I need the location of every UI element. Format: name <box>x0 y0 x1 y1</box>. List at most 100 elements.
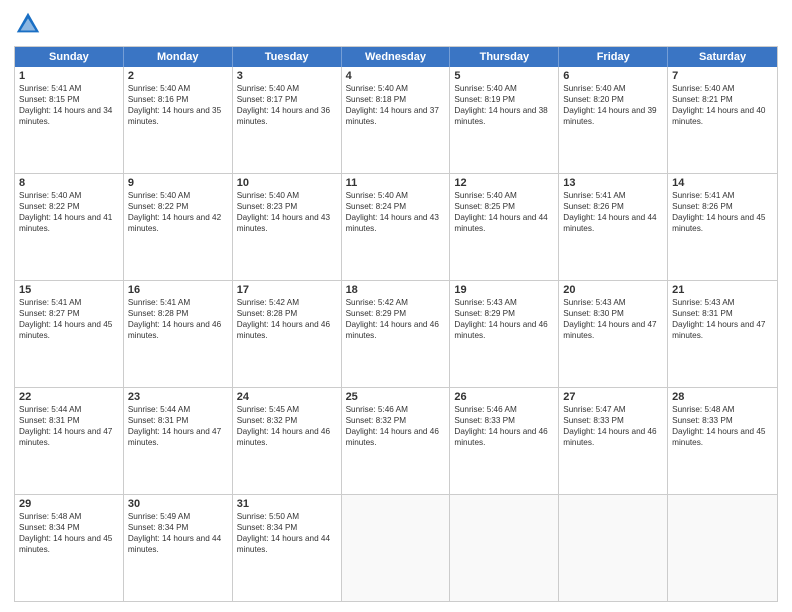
daylight-text: Daylight: 14 hours and 35 minutes. <box>128 105 228 127</box>
sunset-text: Sunset: 8:32 PM <box>237 415 337 426</box>
sunrise-text: Sunrise: 5:41 AM <box>19 83 119 94</box>
daylight-text: Daylight: 14 hours and 47 minutes. <box>563 319 663 341</box>
day-number: 7 <box>672 70 773 82</box>
header-cell-friday: Friday <box>559 47 668 67</box>
calendar: SundayMondayTuesdayWednesdayThursdayFrid… <box>14 46 778 602</box>
day-cell-26: 26Sunrise: 5:46 AMSunset: 8:33 PMDayligh… <box>450 388 559 494</box>
sunset-text: Sunset: 8:23 PM <box>237 201 337 212</box>
calendar-header: SundayMondayTuesdayWednesdayThursdayFrid… <box>15 47 777 67</box>
header-cell-tuesday: Tuesday <box>233 47 342 67</box>
day-number: 26 <box>454 391 554 403</box>
daylight-text: Daylight: 14 hours and 45 minutes. <box>19 533 119 555</box>
day-number: 3 <box>237 70 337 82</box>
daylight-text: Daylight: 14 hours and 47 minutes. <box>672 319 773 341</box>
sunset-text: Sunset: 8:33 PM <box>454 415 554 426</box>
day-number: 2 <box>128 70 228 82</box>
empty-cell <box>342 495 451 601</box>
sunrise-text: Sunrise: 5:47 AM <box>563 404 663 415</box>
day-cell-8: 8Sunrise: 5:40 AMSunset: 8:22 PMDaylight… <box>15 174 124 280</box>
sunrise-text: Sunrise: 5:40 AM <box>346 83 446 94</box>
daylight-text: Daylight: 14 hours and 47 minutes. <box>128 426 228 448</box>
sunrise-text: Sunrise: 5:44 AM <box>19 404 119 415</box>
sunrise-text: Sunrise: 5:48 AM <box>672 404 773 415</box>
sunset-text: Sunset: 8:34 PM <box>128 522 228 533</box>
day-number: 11 <box>346 177 446 189</box>
day-cell-21: 21Sunrise: 5:43 AMSunset: 8:31 PMDayligh… <box>668 281 777 387</box>
day-number: 6 <box>563 70 663 82</box>
day-cell-3: 3Sunrise: 5:40 AMSunset: 8:17 PMDaylight… <box>233 67 342 173</box>
sunrise-text: Sunrise: 5:48 AM <box>19 511 119 522</box>
day-cell-2: 2Sunrise: 5:40 AMSunset: 8:16 PMDaylight… <box>124 67 233 173</box>
daylight-text: Daylight: 14 hours and 44 minutes. <box>128 533 228 555</box>
day-number: 13 <box>563 177 663 189</box>
sunset-text: Sunset: 8:33 PM <box>563 415 663 426</box>
calendar-body: 1Sunrise: 5:41 AMSunset: 8:15 PMDaylight… <box>15 67 777 601</box>
day-cell-17: 17Sunrise: 5:42 AMSunset: 8:28 PMDayligh… <box>233 281 342 387</box>
sunrise-text: Sunrise: 5:41 AM <box>672 190 773 201</box>
calendar-row-2: 8Sunrise: 5:40 AMSunset: 8:22 PMDaylight… <box>15 173 777 280</box>
empty-cell <box>559 495 668 601</box>
daylight-text: Daylight: 14 hours and 36 minutes. <box>237 105 337 127</box>
sunrise-text: Sunrise: 5:40 AM <box>128 83 228 94</box>
sunrise-text: Sunrise: 5:41 AM <box>128 297 228 308</box>
day-number: 30 <box>128 498 228 510</box>
logo-icon <box>14 10 42 38</box>
sunset-text: Sunset: 8:15 PM <box>19 94 119 105</box>
sunset-text: Sunset: 8:28 PM <box>128 308 228 319</box>
day-number: 1 <box>19 70 119 82</box>
sunset-text: Sunset: 8:32 PM <box>346 415 446 426</box>
daylight-text: Daylight: 14 hours and 37 minutes. <box>346 105 446 127</box>
sunset-text: Sunset: 8:28 PM <box>237 308 337 319</box>
calendar-row-4: 22Sunrise: 5:44 AMSunset: 8:31 PMDayligh… <box>15 387 777 494</box>
daylight-text: Daylight: 14 hours and 41 minutes. <box>19 212 119 234</box>
sunrise-text: Sunrise: 5:40 AM <box>672 83 773 94</box>
day-number: 8 <box>19 177 119 189</box>
day-number: 15 <box>19 284 119 296</box>
day-cell-22: 22Sunrise: 5:44 AMSunset: 8:31 PMDayligh… <box>15 388 124 494</box>
day-cell-30: 30Sunrise: 5:49 AMSunset: 8:34 PMDayligh… <box>124 495 233 601</box>
sunset-text: Sunset: 8:22 PM <box>128 201 228 212</box>
day-number: 29 <box>19 498 119 510</box>
sunrise-text: Sunrise: 5:43 AM <box>563 297 663 308</box>
calendar-row-1: 1Sunrise: 5:41 AMSunset: 8:15 PM Daylight… <box>15 67 777 173</box>
day-cell-5: 5Sunrise: 5:40 AMSunset: 8:19 PMDaylight… <box>450 67 559 173</box>
day-cell-23: 23Sunrise: 5:44 AMSunset: 8:31 PMDayligh… <box>124 388 233 494</box>
sunset-text: Sunset: 8:30 PM <box>563 308 663 319</box>
daylight-text: Daylight: 14 hours and 44 minutes. <box>454 212 554 234</box>
day-cell-9: 9Sunrise: 5:40 AMSunset: 8:22 PMDaylight… <box>124 174 233 280</box>
daylight-text: Daylight: 14 hours and 43 minutes. <box>346 212 446 234</box>
sunrise-text: Sunrise: 5:40 AM <box>563 83 663 94</box>
day-cell-15: 15Sunrise: 5:41 AMSunset: 8:27 PMDayligh… <box>15 281 124 387</box>
sunset-text: Sunset: 8:16 PM <box>128 94 228 105</box>
sunrise-text: Sunrise: 5:40 AM <box>237 83 337 94</box>
sunset-text: Sunset: 8:22 PM <box>19 201 119 212</box>
day-number: 5 <box>454 70 554 82</box>
sunrise-text: Sunrise: 5:42 AM <box>346 297 446 308</box>
day-cell-10: 10Sunrise: 5:40 AMSunset: 8:23 PMDayligh… <box>233 174 342 280</box>
day-number: 4 <box>346 70 446 82</box>
header <box>14 10 778 38</box>
day-number: 19 <box>454 284 554 296</box>
daylight-text: Daylight: 14 hours and 46 minutes. <box>454 426 554 448</box>
day-number: 21 <box>672 284 773 296</box>
day-number: 24 <box>237 391 337 403</box>
sunrise-text: Sunrise: 5:42 AM <box>237 297 337 308</box>
day-number: 20 <box>563 284 663 296</box>
day-number: 9 <box>128 177 228 189</box>
sunrise-text: Sunrise: 5:45 AM <box>237 404 337 415</box>
sunset-text: Sunset: 8:34 PM <box>237 522 337 533</box>
header-cell-thursday: Thursday <box>450 47 559 67</box>
day-cell-27: 27Sunrise: 5:47 AMSunset: 8:33 PMDayligh… <box>559 388 668 494</box>
sunset-text: Sunset: 8:21 PM <box>672 94 773 105</box>
day-cell-25: 25Sunrise: 5:46 AMSunset: 8:32 PMDayligh… <box>342 388 451 494</box>
day-cell-18: 18Sunrise: 5:42 AMSunset: 8:29 PMDayligh… <box>342 281 451 387</box>
sunset-text: Sunset: 8:29 PM <box>454 308 554 319</box>
logo <box>14 10 46 38</box>
daylight-text: Daylight: 14 hours and 45 minutes. <box>672 212 773 234</box>
sunset-text: Sunset: 8:25 PM <box>454 201 554 212</box>
daylight-text: Daylight: 14 hours and 46 minutes. <box>128 319 228 341</box>
day-cell-24: 24Sunrise: 5:45 AMSunset: 8:32 PMDayligh… <box>233 388 342 494</box>
sunrise-text: Sunrise: 5:50 AM <box>237 511 337 522</box>
sunset-text: Sunset: 8:20 PM <box>563 94 663 105</box>
day-number: 18 <box>346 284 446 296</box>
